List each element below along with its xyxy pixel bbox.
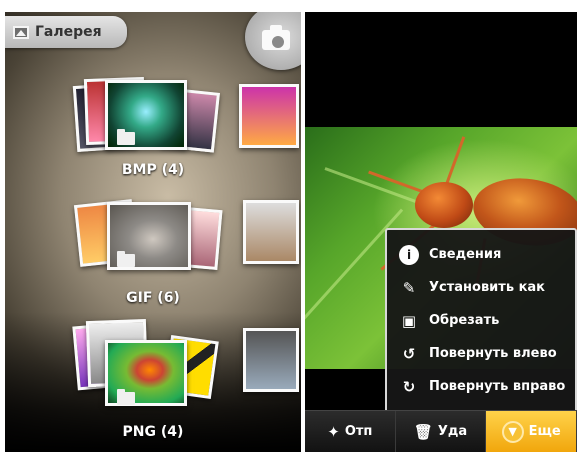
album-gif[interactable] [73, 192, 227, 292]
album-label-png: PNG (4) [93, 424, 213, 440]
delete-label: Уда [437, 424, 468, 439]
gallery-icon [13, 25, 29, 39]
menu-item-label: Обрезать [429, 313, 500, 328]
menu-item-rotate-right[interactable]: ↻ Повернуть вправо [387, 370, 575, 403]
set-as-icon: ✎ [402, 278, 416, 297]
gallery-title-bar[interactable]: Галерея [5, 16, 127, 48]
menu-item-set-as[interactable]: ✎ Установить как [387, 271, 575, 304]
album-partial[interactable] [239, 78, 301, 178]
beetle-leg [368, 170, 426, 194]
folder-icon [117, 389, 135, 405]
album-label-bmp: BMP (4) [93, 162, 213, 178]
album-name: GIF [126, 290, 153, 306]
beetle-head [415, 182, 473, 228]
camera-button[interactable] [245, 12, 301, 70]
menu-item-label: Повернуть вправо [429, 379, 566, 394]
gallery-screen: Галерея BMP (4) GIF (6) PNG (4) [5, 12, 301, 452]
album-png[interactable] [72, 318, 225, 418]
menu-item-crop[interactable]: ▣ Обрезать [387, 304, 575, 337]
album-partial[interactable] [243, 194, 301, 294]
more-label: Еще [528, 424, 561, 439]
album-label-gif: GIF (6) [93, 290, 213, 306]
folder-icon [117, 129, 135, 145]
gallery-title: Галерея [35, 24, 102, 40]
menu-item-label: Сведения [429, 247, 502, 262]
trash-icon: 🗑 [413, 422, 433, 441]
rotate-right-icon: ↻ [402, 377, 416, 396]
album-photo [239, 84, 299, 148]
info-icon: i [399, 244, 419, 265]
folder-icon [117, 251, 135, 267]
album-photo [243, 328, 299, 392]
share-icon: ✦ [327, 422, 340, 441]
beetle-leg [443, 136, 466, 190]
context-menu: i Сведения ✎ Установить как ▣ Обрезать ↺… [385, 228, 577, 414]
album-count: (6) [157, 290, 180, 306]
album-photo [243, 200, 299, 264]
delete-button[interactable]: 🗑 Уда [396, 411, 487, 452]
share-button[interactable]: ✦ Отп [305, 411, 396, 452]
photo-viewer-screen: i Сведения ✎ Установить как ▣ Обрезать ↺… [305, 12, 577, 452]
album-count: (4) [161, 162, 185, 178]
menu-item-rotate-left[interactable]: ↺ Повернуть влево [387, 337, 575, 370]
menu-item-label: Повернуть влево [429, 346, 557, 361]
crop-icon: ▣ [401, 311, 417, 330]
album-name: PNG [122, 424, 157, 440]
album-name: BMP [121, 162, 157, 178]
menu-item-label: Установить как [429, 280, 545, 295]
album-bmp[interactable] [72, 72, 225, 172]
bottom-action-bar: ✦ Отп 🗑 Уда ▼ Еще [305, 410, 577, 452]
rotate-left-icon: ↺ [402, 344, 416, 363]
more-button[interactable]: ▼ Еще [486, 411, 577, 452]
album-count: (4) [160, 424, 184, 440]
camera-icon [262, 25, 290, 50]
share-label: Отп [344, 424, 373, 439]
more-icon: ▼ [501, 420, 524, 443]
menu-item-details[interactable]: i Сведения [387, 238, 575, 271]
album-partial[interactable] [243, 318, 301, 418]
